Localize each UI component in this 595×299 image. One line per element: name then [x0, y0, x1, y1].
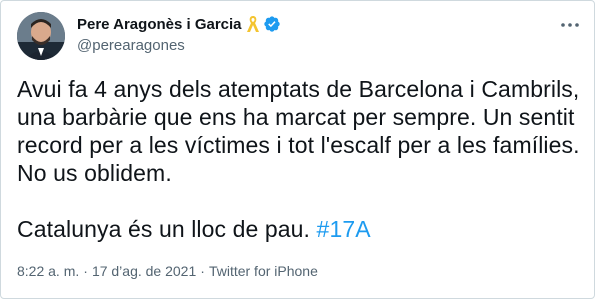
- tweet-line: No us oblidem.: [17, 160, 172, 186]
- author-name-row[interactable]: Pere Aragonès i Garcia: [77, 15, 281, 33]
- verified-badge-icon: [263, 15, 281, 33]
- tweet-closing-line: Catalunya és un lloc de pau. #17A: [17, 215, 582, 243]
- avatar[interactable]: [17, 12, 65, 60]
- author-name[interactable]: Pere Aragonès i Garcia: [77, 16, 242, 33]
- tweet-source[interactable]: Twitter for iPhone: [209, 263, 318, 279]
- closing-text: Catalunya és un lloc de pau.: [17, 216, 317, 242]
- tweet-meta: 8:22 a. m. · 17 d’ag. de 2021 · Twitter for …: [17, 263, 318, 279]
- meta-separator: ·: [200, 263, 205, 279]
- tweet-line: record per a les víctimes i tot l'escalf…: [17, 132, 580, 158]
- tweet-line: Avui fa 4 anys dels atemptats de Barcelo…: [17, 76, 580, 102]
- tweet-line: una barbàrie que ens ha marcat per sempr…: [17, 104, 575, 130]
- tweet-card: Pere Aragonès i Garcia @perearagones Avu…: [0, 0, 595, 299]
- tweet-text: Avui fa 4 anys dels atemptats de Barcelo…: [17, 75, 582, 243]
- tweet-date[interactable]: 17 d’ag. de 2021: [92, 263, 196, 279]
- hashtag-link[interactable]: #17A: [317, 216, 371, 242]
- author-handle[interactable]: @perearagones: [77, 37, 185, 54]
- meta-separator: ·: [83, 263, 88, 279]
- tweet-time[interactable]: 8:22 a. m.: [17, 263, 79, 279]
- yellow-ribbon-icon: [246, 15, 260, 33]
- more-options-icon[interactable]: [560, 15, 580, 35]
